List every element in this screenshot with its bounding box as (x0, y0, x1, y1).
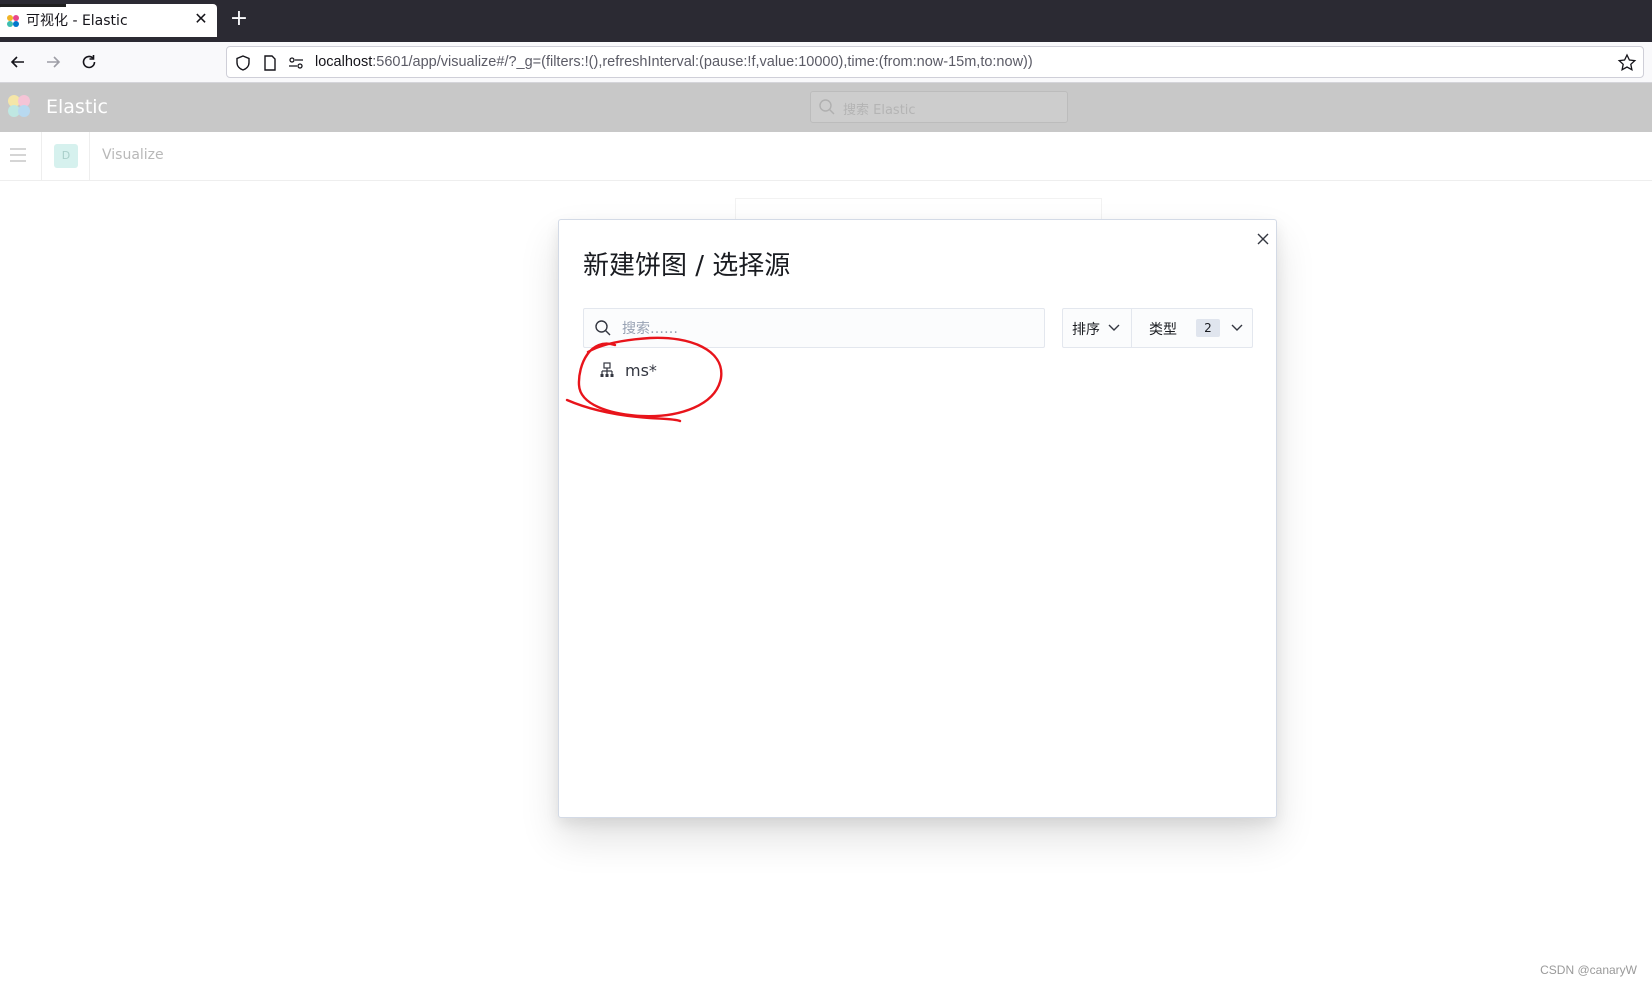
kibana-subheader: D Visualize (0, 132, 1652, 181)
watermark: CSDN @canaryW (1540, 963, 1637, 977)
sort-label: 排序 (1072, 322, 1100, 338)
kibana-header: Elastic 搜索 Elastic (0, 83, 1652, 132)
global-search-placeholder: 搜索 Elastic (843, 103, 916, 118)
breadcrumb[interactable]: Visualize (102, 147, 164, 163)
reload-icon[interactable] (79, 52, 99, 72)
list-item[interactable]: ms* (593, 356, 713, 386)
index-pattern-icon (600, 362, 614, 377)
search-icon (595, 320, 611, 336)
search-input[interactable] (622, 318, 1032, 340)
menu-hamburger-icon[interactable] (8, 147, 28, 163)
url-host: localhost (315, 54, 373, 70)
tab-title: 可视化 - Elastic (26, 13, 128, 29)
brand-name: Elastic (46, 96, 109, 118)
page-icon[interactable] (261, 54, 279, 72)
new-visualization-modal: 新建饼图 / 选择源 排序 类型 2 m (558, 219, 1277, 818)
filter-group: 排序 类型 2 (1062, 308, 1253, 348)
bookmark-star-icon[interactable] (1617, 53, 1637, 73)
permissions-icon[interactable] (287, 54, 305, 72)
type-label: 类型 (1149, 322, 1177, 338)
tab-close-icon[interactable]: ✕ (192, 9, 210, 28)
forward-arrow-icon[interactable] (43, 52, 63, 72)
sort-dropdown-button[interactable]: 排序 (1063, 309, 1132, 347)
url-text[interactable]: localhost:5601/app/visualize#/?_g=(filte… (315, 54, 1033, 70)
space-avatar[interactable]: D (54, 144, 78, 168)
modal-title: 新建饼图 / 选择源 (583, 251, 791, 281)
chevron-down-icon (1231, 324, 1243, 331)
search-icon (819, 99, 835, 115)
url-path: :5601/app/visualize#/?_g=(filters:!(),re… (372, 54, 1033, 70)
type-count-badge: 2 (1196, 319, 1220, 337)
type-filter-button[interactable]: 类型 2 (1132, 309, 1253, 347)
shield-icon[interactable] (234, 54, 252, 72)
header-divider (41, 132, 42, 180)
browser-tab[interactable]: 可视化 - Elastic ✕ (0, 4, 217, 37)
elastic-favicon-icon (7, 15, 19, 27)
url-bar[interactable]: localhost:5601/app/visualize#/?_g=(filte… (226, 46, 1644, 78)
global-search-input[interactable]: 搜索 Elastic (810, 91, 1068, 123)
header-divider (89, 132, 90, 180)
chevron-down-icon (1108, 324, 1120, 331)
browser-nav-bar: localhost:5601/app/visualize#/?_g=(filte… (0, 42, 1652, 83)
tab-loading-indicator (0, 4, 66, 7)
list-item-label: ms* (625, 361, 657, 380)
back-arrow-icon[interactable] (8, 52, 28, 72)
new-tab-icon[interactable]: + (229, 7, 249, 33)
elastic-logo-icon[interactable] (6, 93, 32, 119)
close-icon[interactable] (1254, 230, 1272, 248)
source-search-box[interactable] (583, 308, 1045, 348)
browser-tab-bar: 可视化 - Elastic ✕ + (0, 0, 1652, 42)
